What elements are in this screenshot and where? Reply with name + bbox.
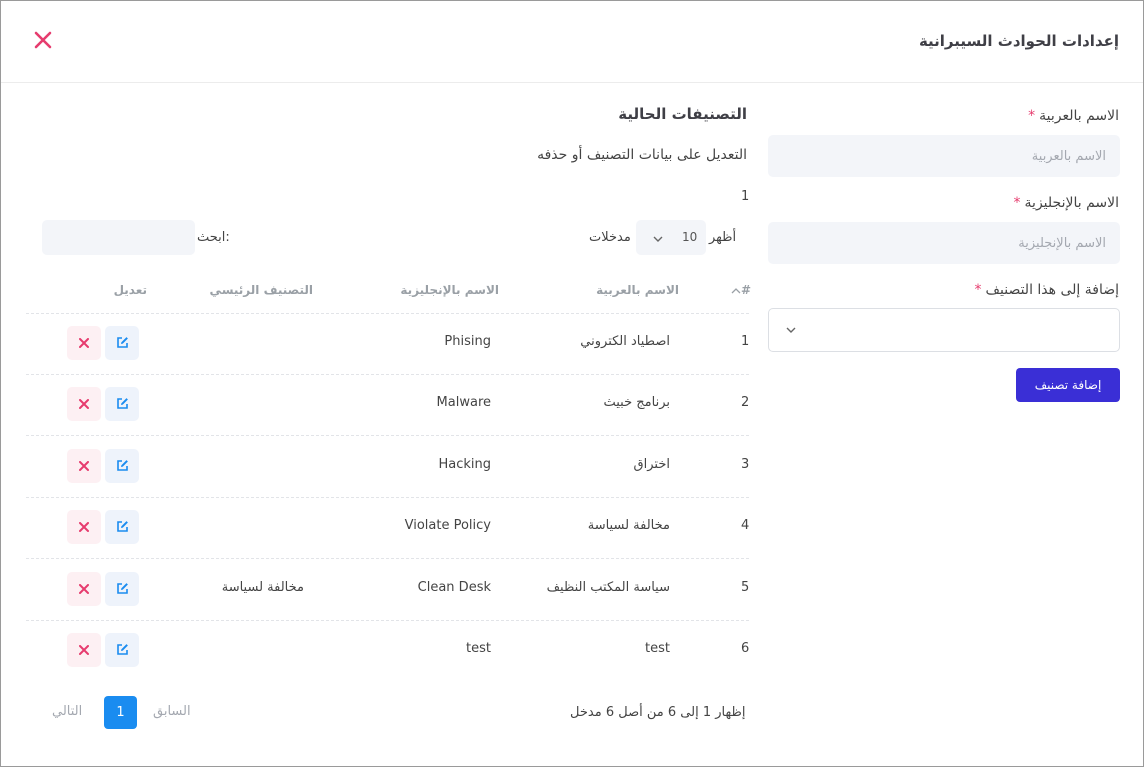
row-divider: [26, 558, 749, 559]
required-mark: *: [1013, 195, 1021, 211]
categories-subtitle: التعديل على بيانات التصنيف أو حذفه: [537, 147, 747, 163]
delete-button[interactable]: [67, 326, 101, 360]
column-header-name-en[interactable]: الاسم بالإنجليزية: [400, 283, 499, 297]
required-mark: *: [974, 282, 982, 298]
column-header-index[interactable]: #: [731, 283, 751, 297]
column-header-index-label: #: [741, 283, 752, 297]
pagination-next[interactable]: التالي: [52, 704, 82, 719]
chevron-down-icon: [653, 236, 663, 242]
edit-button[interactable]: [105, 326, 139, 360]
cell-name-ar: اختراق: [633, 457, 670, 472]
cell-name-ar: سياسة المكتب النظيف: [546, 580, 670, 595]
cell-name-ar: اصطياد الكتروني: [580, 334, 670, 349]
edit-button[interactable]: [105, 387, 139, 421]
delete-button[interactable]: [67, 449, 101, 483]
name-en-label-text: الاسم بالإنجليزية: [1024, 195, 1119, 211]
close-icon: [79, 399, 89, 409]
settings-modal: إعدادات الحوادث السيبرانية الاسم بالعربي…: [0, 0, 1144, 767]
cell-name-en: test: [466, 641, 491, 656]
delete-button[interactable]: [67, 510, 101, 544]
cell-parent: مخالفة لسياسة: [221, 580, 304, 595]
edit-button[interactable]: [105, 449, 139, 483]
search-label: ابحث:: [197, 230, 230, 245]
row-divider: [26, 374, 749, 375]
required-mark: *: [1028, 108, 1036, 124]
sort-icon: [731, 287, 741, 293]
cell-name-en: Hacking: [438, 457, 491, 472]
cell-name-ar: test: [645, 641, 670, 656]
header-divider: [26, 313, 749, 314]
entries-label: مدخلات: [589, 230, 631, 245]
add-category-button[interactable]: إضافة تصنيف: [1016, 368, 1120, 402]
pagination-page-1[interactable]: 1: [104, 696, 137, 729]
column-header-edit: تعديل: [113, 283, 147, 297]
close-icon: [79, 522, 89, 532]
cell-name-en: Clean Desk: [417, 580, 491, 595]
categories-title: التصنيفات الحالية: [618, 105, 747, 123]
show-label: أظهر: [709, 230, 737, 245]
chevron-down-icon: [786, 327, 796, 333]
cell-name-ar: برنامج خبيث: [603, 395, 670, 410]
edit-button[interactable]: [105, 633, 139, 667]
delete-button[interactable]: [67, 633, 101, 667]
close-button[interactable]: [33, 30, 53, 50]
page-length-value: 10: [682, 230, 698, 244]
edit-icon: [117, 337, 128, 348]
cell-name-en: Malware: [436, 395, 491, 410]
edit-icon: [117, 644, 128, 655]
name-ar-label-text: الاسم بالعربية: [1039, 108, 1119, 124]
name-en-label: الاسم بالإنجليزية*: [1014, 195, 1119, 211]
close-icon: [34, 31, 52, 49]
pagination-previous[interactable]: السابق: [153, 704, 191, 719]
cell-index: 3: [741, 457, 750, 472]
column-header-name-ar[interactable]: الاسم بالعربية: [596, 283, 679, 297]
edit-button[interactable]: [105, 510, 139, 544]
cell-index: 6: [741, 641, 750, 656]
edit-button[interactable]: [105, 572, 139, 606]
close-icon: [79, 338, 89, 348]
table-info: إظهار 1 إلى 6 من أصل 6 مدخل: [570, 705, 746, 720]
edit-icon: [117, 583, 128, 594]
row-divider: [26, 620, 749, 621]
search-input[interactable]: [42, 220, 195, 255]
close-icon: [79, 461, 89, 471]
cell-index: 2: [741, 395, 750, 410]
row-divider: [26, 435, 749, 436]
parent-category-label-text: إضافة إلى هذا التصنيف: [985, 282, 1120, 298]
cell-name-en: Phising: [444, 334, 491, 349]
delete-button[interactable]: [67, 572, 101, 606]
name-ar-input[interactable]: [768, 135, 1120, 177]
parent-category-label: إضافة إلى هذا التصنيف*: [975, 282, 1120, 298]
cell-index: 1: [741, 334, 750, 349]
edit-icon: [117, 398, 128, 409]
cell-name-en: Violate Policy: [404, 518, 491, 533]
top-number: 1: [741, 189, 750, 204]
cell-index: 4: [741, 518, 750, 533]
delete-button[interactable]: [67, 387, 101, 421]
cell-index: 5: [741, 580, 750, 595]
name-en-input[interactable]: [768, 222, 1120, 264]
column-header-parent[interactable]: التصنيف الرئيسي: [210, 283, 313, 297]
close-icon: [79, 584, 89, 594]
parent-category-select[interactable]: [768, 308, 1120, 352]
edit-icon: [117, 521, 128, 532]
name-ar-label: الاسم بالعربية*: [1028, 108, 1119, 124]
close-icon: [79, 645, 89, 655]
edit-icon: [117, 460, 128, 471]
page-length-select[interactable]: 10: [636, 220, 706, 255]
modal-header: إعدادات الحوادث السيبرانية: [1, 1, 1143, 83]
modal-title: إعدادات الحوادث السيبرانية: [918, 32, 1119, 50]
cell-name-ar: مخالفة لسياسة: [587, 518, 670, 533]
row-divider: [26, 497, 749, 498]
